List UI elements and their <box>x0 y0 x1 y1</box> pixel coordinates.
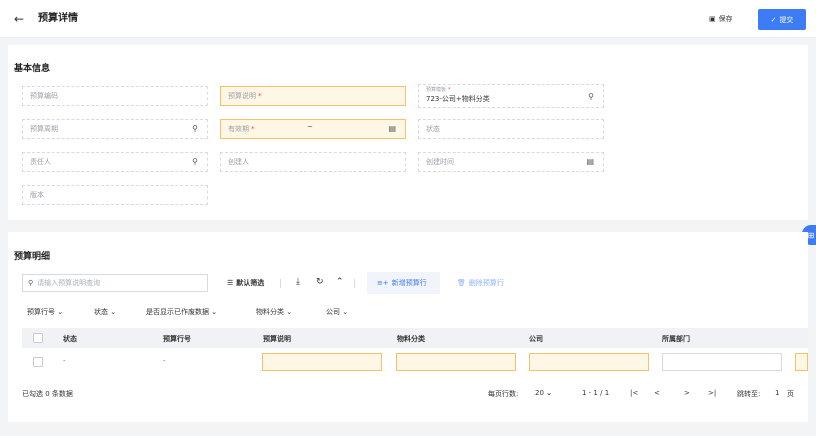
add-row-icon: ≡+ <box>377 279 389 287</box>
first-page-button[interactable]: |< <box>630 389 638 397</box>
search-placeholder: 请输入预算说明查询 <box>37 279 101 287</box>
page-title: 预算详情 <box>38 13 78 24</box>
budget-period-placeholder: 预算周期 <box>30 125 58 133</box>
collapse-icon[interactable]: ⌃ <box>336 277 344 287</box>
row-checkbox[interactable] <box>33 357 43 367</box>
budget-detail-title: 预算明细 <box>14 252 51 262</box>
toolbar-divider <box>354 279 355 288</box>
refresh-icon[interactable]: ↻ <box>316 277 324 287</box>
budget-code-placeholder: 预算编码 <box>30 92 58 100</box>
budget-template-value: 723-公司+物料分类 <box>426 95 490 103</box>
filter-status[interactable]: 状态 ⌄ <box>94 307 116 317</box>
owner-placeholder: 责任人 <box>30 158 51 166</box>
column-header-budget-desc: 预算说明 <box>263 335 291 343</box>
create-time-placeholder: 创建时间 <box>426 158 454 166</box>
jump-page-input[interactable]: 1 <box>775 389 779 397</box>
column-header-company: 公司 <box>529 335 543 343</box>
check-icon: ✓ <box>770 15 777 24</box>
budget-code-field[interactable]: 预算编码 <box>22 86 208 106</box>
toolbar-divider <box>280 279 281 288</box>
delete-budget-row-button[interactable]: 🗑 删除预算行 <box>457 278 504 288</box>
status-field: 状态 <box>418 119 604 139</box>
column-header-department: 所属部门 <box>662 335 690 343</box>
budget-desc-cell-input[interactable] <box>262 353 382 371</box>
add-row-label: 新增预算行 <box>391 279 427 287</box>
page-range: 1 - 1 / 1 <box>582 389 610 397</box>
required-mark: * <box>258 92 262 100</box>
per-page-label: 每页行数: <box>488 390 519 398</box>
default-filter-label: 默认筛选 <box>236 279 265 287</box>
creator-field: 创建人 <box>220 152 406 172</box>
trash-icon: 🗑 <box>457 279 466 287</box>
owner-field[interactable]: 责任人 ⚲ <box>22 152 208 172</box>
budget-period-field[interactable]: 预算周期 ⚲ <box>22 119 208 139</box>
filter-company[interactable]: 公司 ⌄ <box>326 307 348 317</box>
search-input[interactable]: ⚲ 请输入预算说明查询 <box>22 274 208 292</box>
search-icon: ⚲ <box>28 279 34 287</box>
next-page-button[interactable]: > <box>684 389 690 397</box>
jump-label: 跳转至: <box>737 390 761 398</box>
select-all-checkbox[interactable] <box>33 333 43 343</box>
budget-template-field[interactable]: 预算模板 * 723-公司+物料分类 ⚲ <box>418 84 604 108</box>
delete-row-label: 删除预算行 <box>468 279 504 287</box>
budget-desc-placeholder: 预算说明 <box>228 92 256 100</box>
filter-line-no[interactable]: 预算行号 ⌄ <box>27 307 63 317</box>
valid-period-field[interactable]: 有效期 * ~ ▤ <box>220 119 406 139</box>
valid-period-placeholder: 有效期 <box>228 125 249 133</box>
search-icon[interactable]: ⚲ <box>192 157 198 166</box>
create-time-field[interactable]: 创建时间 ▤ <box>418 152 604 172</box>
prev-page-button[interactable]: < <box>654 389 660 397</box>
date-range-separator: ~ <box>307 123 313 131</box>
export-icon[interactable]: ⤓ <box>296 277 300 287</box>
submit-button[interactable]: ✓ 提交 <box>758 9 806 30</box>
column-header-material-category: 物料分类 <box>397 335 425 343</box>
next-cell-input[interactable] <box>795 353 808 371</box>
company-cell-input[interactable] <box>529 353 649 371</box>
selected-count: 已勾选 0 条数据 <box>22 390 73 398</box>
version-field: 版本 <box>22 185 208 205</box>
material-category-cell-input[interactable] <box>396 353 516 371</box>
status-placeholder: 状态 <box>426 125 440 133</box>
column-header-line-no: 预算行号 <box>163 335 191 343</box>
basic-info-title: 基本信息 <box>14 64 51 74</box>
page-unit: 页 <box>787 390 794 398</box>
search-icon[interactable]: ⚲ <box>192 124 198 133</box>
submit-label: 提交 <box>779 15 794 24</box>
row-status: - <box>63 357 66 365</box>
department-cell-input[interactable] <box>662 353 782 371</box>
row-line-no: - <box>163 357 166 365</box>
save-button[interactable]: ▣ 保存 <box>709 14 733 24</box>
save-icon: ▣ <box>709 15 716 23</box>
column-header-status: 状态 <box>63 335 77 343</box>
add-budget-row-button[interactable]: ≡+ 新增预算行 <box>377 278 427 288</box>
filter-icon: ☰ <box>227 279 234 287</box>
filter-show-void[interactable]: 是否显示已作废数据 ⌄ <box>146 307 217 317</box>
required-mark: * <box>251 125 255 133</box>
search-icon[interactable]: ⚲ <box>588 92 594 101</box>
creator-placeholder: 创建人 <box>228 158 249 166</box>
save-label: 保存 <box>718 15 733 23</box>
budget-template-label: 预算模板 * <box>426 87 451 93</box>
calendar-icon[interactable]: ▤ <box>586 157 594 166</box>
per-page-select[interactable]: 20 ⌄ <box>535 389 552 397</box>
budget-desc-field[interactable]: 预算说明 * <box>220 86 406 106</box>
version-placeholder: 版本 <box>30 191 44 199</box>
calendar-icon[interactable]: ▤ <box>388 124 396 133</box>
default-filter-button[interactable]: ☰ 默认筛选 <box>227 278 264 288</box>
back-arrow-icon[interactable]: ← <box>14 12 24 26</box>
last-page-button[interactable]: >| <box>708 389 716 397</box>
filter-material-category[interactable]: 物料分类 ⌄ <box>256 307 292 317</box>
top-bar: ← 预算详情 ▣ 保存 ✓ 提交 <box>0 0 816 38</box>
